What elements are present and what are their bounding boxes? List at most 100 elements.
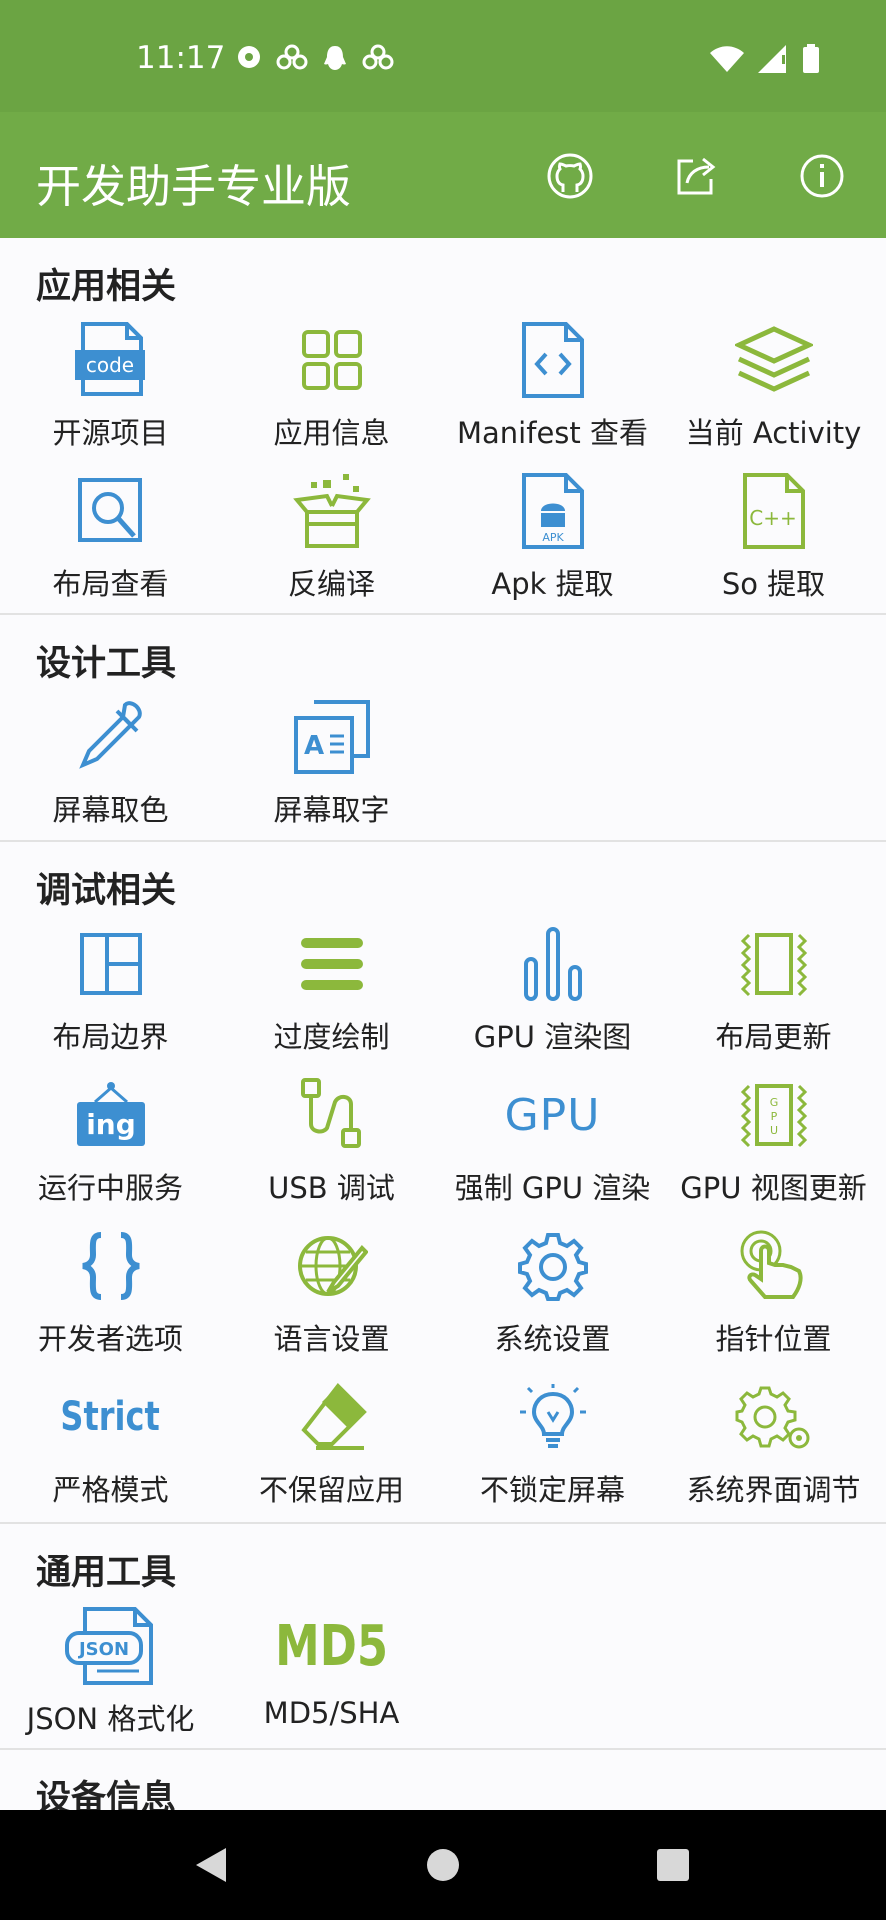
tool-list[interactable]: 应用相关 code 开源项目 应用信息 Manifest 查看 当前 Activ… [0,238,886,1810]
tile-gpu-render-graph[interactable]: GPU 渲染图 [442,912,663,1062]
tile-layout-update[interactable]: 布局更新 [663,912,884,1062]
menu-lines-icon [300,938,363,990]
tile-screen-text-capture[interactable]: A 屏幕取字 [221,685,442,835]
recents-button[interactable] [648,1840,698,1890]
share-icon [677,157,716,195]
back-icon [196,1848,226,1882]
tile-label: 反编译 [287,567,375,601]
app-title: 开发助手专业版 [36,160,352,213]
globe-pen-icon [297,1236,368,1296]
info-button[interactable] [796,150,848,202]
tile-label: 不锁定屏幕 [479,1473,625,1507]
layout-bounds-icon [79,933,142,995]
tile-stay-awake[interactable]: 不锁定屏幕 [442,1365,663,1515]
svg-text:P: P [770,1110,777,1123]
layout-update-icon [740,933,807,997]
tile-screen-color-picker[interactable]: 屏幕取色 [0,685,221,835]
tile-label: MD5/SHA [263,1696,400,1730]
tile-label: 布局更新 [715,1020,832,1054]
tile-force-gpu-render[interactable]: GPU 强制 GPU 渲染 [442,1063,663,1213]
tile-label: GPU 视图更新 [680,1171,867,1205]
home-icon [427,1849,459,1881]
tile-label: 布局边界 [52,1020,169,1054]
braces-icon [81,1232,140,1300]
bulb-icon [519,1384,586,1448]
ing-sign-icon: ing [76,1082,145,1146]
tile-layout-view[interactable]: 布局查看 [0,459,221,609]
tile-dont-keep-activities[interactable]: 不保留应用 [221,1365,442,1515]
tile-manifest-view[interactable]: Manifest 查看 [442,308,663,458]
eraser-icon [300,1382,367,1450]
status-time: 11:17 [136,40,226,76]
tile-label: Apk 提取 [491,567,614,601]
eyedropper-icon [78,701,142,769]
github-icon [547,153,593,199]
strict-text-icon: Strict [60,1394,161,1440]
tile-pointer-location[interactable]: 指针位置 [663,1214,884,1364]
tile-system-ui-tuner[interactable]: 系统界面调节 [663,1365,884,1515]
tile-layout-bounds[interactable]: 布局边界 [0,912,221,1062]
tile-apk-extract[interactable]: APK Apk 提取 [442,459,663,609]
battery-icon [803,44,819,73]
record-icon [238,46,260,68]
back-button[interactable] [186,1840,236,1890]
tile-md5-sha[interactable]: MD5 MD5/SHA [221,1594,442,1744]
svg-text:U: U [769,1124,777,1137]
home-button[interactable] [418,1840,468,1890]
section-title: 设计工具 [36,644,177,684]
tile-label: So 提取 [721,567,826,601]
status-notification-icons [236,44,394,72]
cloud-icon [362,44,394,70]
navigation-bar [0,1810,886,1920]
section-title: 设备信息 [36,1779,177,1810]
tile-current-activity[interactable]: 当前 Activity [663,308,884,458]
tile-label: 不保留应用 [258,1473,404,1507]
gear-icon [517,1233,588,1301]
gpu-text-icon: GPU [504,1089,601,1141]
svg-text:ing: ing [86,1108,136,1141]
svg-text:code: code [85,353,133,377]
tile-label: 系统设置 [494,1322,611,1356]
section-title: 调试相关 [36,871,177,911]
tile-system-settings[interactable]: 系统设置 [442,1214,663,1364]
share-button[interactable] [670,150,722,202]
status-bar: 11:17 [0,0,886,112]
tile-label: 语言设置 [273,1322,390,1356]
tile-app-info[interactable]: 应用信息 [221,308,442,458]
info-icon [800,154,844,198]
tile-label: 系统界面调节 [686,1473,861,1507]
tile-language-settings[interactable]: 语言设置 [221,1214,442,1364]
recents-icon [657,1849,689,1881]
qq-icon [324,46,346,70]
tile-label: 严格模式 [52,1473,169,1507]
code-file-icon: code [74,322,145,396]
tile-overdraw[interactable]: 过度绘制 [221,912,442,1062]
tile-label: USB 调试 [268,1171,395,1205]
section-device-info: 设备信息 [0,1750,886,1810]
wifi-icon [710,46,744,72]
layout-search-icon [77,478,142,542]
tile-decompile[interactable]: 反编译 [221,459,442,609]
section-title: 应用相关 [36,267,177,307]
section-general-tools: 通用工具 JSON JSON 格式化 MD5 MD5/SHA [0,1524,886,1750]
tile-open-source-projects[interactable]: code 开源项目 [0,308,221,458]
app-bar: 开发助手专业版 [0,112,886,238]
svg-text:G: G [769,1096,778,1109]
github-button[interactable] [544,150,596,202]
tile-label: 过度绘制 [273,1020,390,1054]
tile-running-services[interactable]: ing 运行中服务 [0,1063,221,1213]
tile-usb-debugging[interactable]: USB 调试 [221,1063,442,1213]
pointer-hand-icon [740,1230,803,1299]
tile-strict-mode[interactable]: Strict 严格模式 [0,1365,221,1515]
tile-developer-options[interactable]: 开发者选项 [0,1214,221,1364]
cloud-icon [276,44,308,70]
tile-gpu-view-update[interactable]: GPU GPU 视图更新 [663,1063,884,1213]
section-app-related: 应用相关 code 开源项目 应用信息 Manifest 查看 当前 Activ… [0,238,886,615]
svg-text:C++: C++ [749,506,796,530]
tile-json-formatter[interactable]: JSON JSON 格式化 [0,1594,221,1744]
apk-file-icon: APK [521,473,584,549]
tile-label: 应用信息 [273,416,390,450]
tile-label: 开源项目 [52,416,169,450]
tile-so-extract[interactable]: C++ So 提取 [663,459,884,609]
tile-label: 强制 GPU 渲染 [454,1171,651,1205]
